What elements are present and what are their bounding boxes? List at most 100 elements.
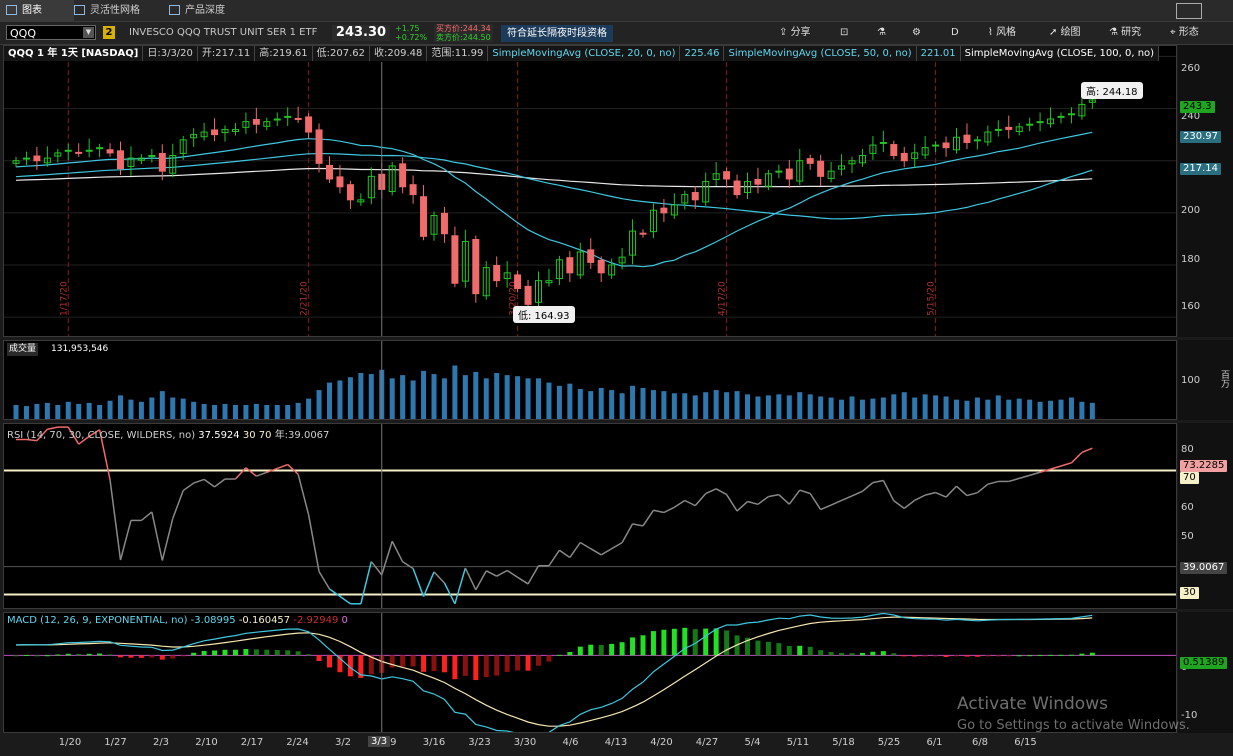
macd-histogram-bar [546,655,552,662]
rsi-segment [966,491,978,497]
macd-histogram-bar [138,655,144,658]
flask-icon[interactable]: ⚗ [877,25,886,41]
price-tick: 180 [1181,254,1201,265]
macd-histogram-bar [525,655,531,671]
macd-histogram-bar [1016,655,1022,657]
studies-menu[interactable]: ⚗ 研究 [1109,25,1141,41]
patterns-menu[interactable]: ⌖ 形态 [1170,25,1199,41]
volume-bar [504,375,510,419]
volume-tick: 100 [1181,375,1201,386]
symbol-input[interactable]: QQQ ▼ [6,25,96,40]
macd-histogram-bar [1089,652,1095,656]
price-pane[interactable]: 1/17/20 2/21/20 3/20/20 4/17/20 5/15/20 QQQ … [3,45,1177,337]
macd-histogram-bar [703,628,709,656]
candle-body [440,212,448,235]
macd-chart[interactable] [4,613,1177,733]
tab-product-depth[interactable]: 产品深度 [163,0,265,21]
volume-bar [1027,399,1033,419]
activation-watermark-text: Go to Settings to activate Windows. [957,718,1190,733]
price-axis[interactable]: 260 240 200 180 160 243.3 230.97 217.14 [1178,45,1233,337]
volume-axis[interactable]: 100 百万 [1178,340,1233,420]
price-chart[interactable]: 1/17/20 2/21/20 3/20/20 4/17/20 5/15/20 [4,46,1177,337]
study-sma100[interactable]: SimpleMovingAvg (CLOSE, 100, 0, no) [960,46,1160,61]
volume-bar [1006,399,1012,419]
rsi-label[interactable]: RSI (14, 70, 30, CLOSE, WILDERS, no) [7,430,195,441]
rsi-segment [1029,471,1041,477]
macd-tag: 0.51389 [1180,657,1228,669]
study-sma20[interactable]: SimpleMovingAvg (CLOSE, 20, 0, no) [488,46,681,61]
candle-body [420,196,428,237]
rsi-segment [935,491,947,498]
volume-bar [452,365,458,419]
link-badge[interactable]: 2 [103,26,115,39]
event-date-label: 1/17/20 [59,281,69,316]
macd-histogram-bar [452,655,458,680]
info-date: 日:3/3/20 [143,46,198,61]
macd-histogram-bar [598,644,604,656]
sma20-line [15,131,1093,268]
gear-icon[interactable]: ⚙ [912,25,921,41]
macd-histogram-bar [410,655,416,667]
volume-bar [765,395,771,419]
cursor-date-label: 3/3 [368,736,391,747]
rsi-pane[interactable]: RSI (14, 70, 30, CLOSE, WILDERS, no) 37.… [3,423,1177,609]
macd-pane[interactable]: MACD (12, 26, 9, EXPONENTIAL, no) -3.089… [3,612,1177,733]
chevron-down-icon[interactable]: ▼ [83,27,94,38]
volume-bar [912,397,918,419]
maximize-icon[interactable] [1176,3,1202,19]
time-axis[interactable]: 1/201/272/32/102/172/243/23/93/163/233/3… [3,733,1177,756]
candle-body [1057,115,1065,118]
rsi-segment [464,567,477,591]
candle-body [399,163,407,188]
rsi-axis[interactable]: 80 60 50 73.2285 70 39.0067 30 [1178,423,1233,609]
macd-histogram-bar [933,655,939,657]
tab-flexible-grid[interactable]: 灵活性网格 [68,0,178,21]
event-date-label: 5/15/20 [927,281,937,316]
candle-body [817,160,825,177]
extended-hours-badge[interactable]: 符合延长隔夜时段资格 [501,25,613,42]
time-axis-label: 3/30 [513,737,537,748]
rsi-segment [443,582,456,605]
style-menu[interactable]: ⌇ 风格 [988,25,1016,41]
rsi-segment [642,509,655,527]
macd-axis[interactable]: 0 -10 0.51389 [1178,612,1233,733]
period-selector[interactable]: D [951,25,959,41]
price-info-bar: QQQ 1 年 1天 [NASDAQ] 日:3/3/20 开:217.11 高:… [4,46,1176,61]
candle-body [75,151,83,154]
volume-bar [609,390,615,419]
volume-bar [734,391,740,419]
macd-histogram-bar [588,644,594,656]
share-button[interactable]: ⇪ 分享 [779,25,811,41]
macd-zero: 0 [341,615,348,626]
message-icon[interactable]: ⊡ [840,25,848,41]
rsi-info-bar: RSI (14, 70, 30, CLOSE, WILDERS, no) 37.… [7,426,329,441]
volume-chart[interactable] [4,341,1177,420]
volume-pane[interactable]: 成交量 131,953,546 [3,340,1177,420]
info-open: 开:217.11 [197,46,256,61]
drawing-menu[interactable]: ➚ 绘图 [1049,25,1081,41]
rsi-segment [1008,477,1020,483]
rsi-chart[interactable] [4,424,1177,609]
volume-bar [44,402,50,419]
macd-histogram-bar [97,653,103,656]
macd-label[interactable]: MACD (12, 26, 9, EXPONENTIAL, no) [7,615,187,626]
volume-bar [556,385,562,419]
time-axis-label: 5/18 [832,737,855,748]
rsi-segment [203,478,215,488]
macd-histogram-bar [327,655,332,668]
macd-histogram-bar [504,655,510,672]
study-sma50[interactable]: SimpleMovingAvg (CLOSE, 50, 0, no) [724,46,917,61]
volume-bar [86,402,92,419]
volume-bar [797,392,803,419]
volume-bar [880,397,886,419]
rsi-segment [548,549,561,567]
activation-watermark-title: Activate Windows [957,694,1108,714]
volume-bar [212,405,218,419]
candle-body [493,265,501,282]
rsi-low: 30 [242,430,256,441]
candle-body [252,119,260,125]
rsi-segment [768,493,779,498]
tab-chart[interactable]: 图表 [0,0,74,21]
macd-histogram-bar [191,652,197,656]
rsi-segment [788,489,801,505]
